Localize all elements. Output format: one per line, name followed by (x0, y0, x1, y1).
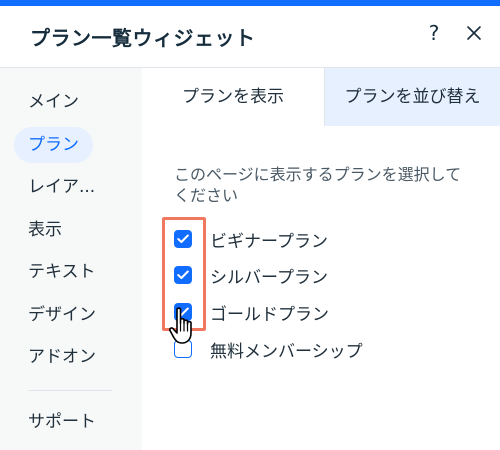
plans-content: このページに表示するプランを選択してください ビギナープラン シルバープラン ゴ… (142, 126, 500, 450)
checkbox-checked[interactable] (174, 230, 192, 248)
panel-title: プラン一覧ウィジェット (30, 26, 256, 50)
checkbox-checked[interactable] (174, 266, 192, 284)
panel-header: プラン一覧ウィジェット ? (0, 6, 500, 68)
plan-checkbox-beginner[interactable]: ビギナープラン (172, 225, 472, 253)
plan-label: ゴールドプラン (210, 305, 329, 325)
sidebar-item-layout[interactable]: レイア... (14, 169, 109, 205)
tab-reorder-plans[interactable]: プランを並び替え (324, 68, 500, 126)
sidebar-item-display[interactable]: 表示 (14, 212, 76, 248)
close-button[interactable] (460, 19, 488, 47)
help-button[interactable]: ? (420, 19, 448, 47)
plan-label: 無料メンバーシップ (210, 342, 363, 362)
sidebar-item-text[interactable]: テキスト (14, 254, 110, 290)
checkmark-icon (177, 234, 189, 243)
plan-checkbox-silver[interactable]: シルバープラン (172, 261, 472, 289)
tab-show-plans[interactable]: プランを表示 (142, 68, 324, 126)
checkmark-icon (177, 307, 189, 316)
tab-bar: プランを表示 プランを並び替え (142, 68, 500, 126)
checkmark-icon (177, 270, 189, 279)
sidebar: メイン プラン レイア... 表示 テキスト デザイン アドオン サポート (0, 68, 142, 450)
close-icon (467, 26, 481, 40)
sidebar-divider (28, 390, 112, 391)
plan-label: シルバープラン (210, 268, 328, 288)
plans-description: このページに表示するプランを選択してください (174, 165, 462, 205)
sidebar-item-design[interactable]: デザイン (14, 297, 110, 333)
plan-label: ビギナープラン (210, 232, 328, 252)
sidebar-item-plans[interactable]: プラン (14, 127, 93, 163)
plan-checkbox-free-membership[interactable]: 無料メンバーシップ (172, 335, 472, 363)
checkbox-unchecked[interactable] (174, 340, 192, 358)
sidebar-item-main[interactable]: メイン (14, 84, 93, 120)
plan-checkbox-gold[interactable]: ゴールドプラン (172, 298, 472, 326)
sidebar-item-support[interactable]: サポート (14, 404, 110, 440)
checkbox-checked[interactable] (174, 303, 192, 321)
sidebar-item-addons[interactable]: アドオン (14, 339, 110, 375)
